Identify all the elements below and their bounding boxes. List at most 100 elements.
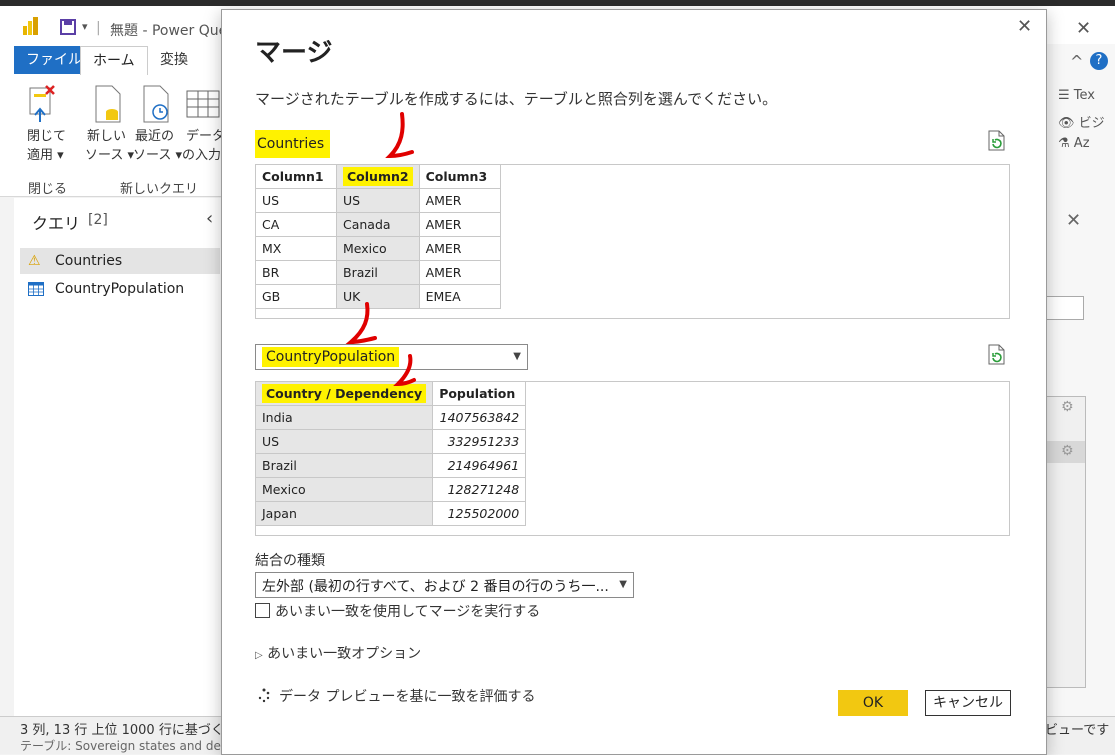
recent-source-label-2: ソース ▾ [133, 148, 183, 163]
chevron-down-icon: ▼ [619, 579, 627, 590]
dialog-title: マージ [255, 38, 333, 68]
column-header-label: Column2 [343, 167, 413, 186]
column-header[interactable]: Column1 [255, 164, 337, 189]
title-separator: | [96, 20, 101, 36]
annotation-arrow-icon [393, 354, 416, 387]
cancel-button[interactable]: キャンセル [925, 690, 1011, 716]
gear-icon[interactable]: ⚙ [1061, 443, 1074, 459]
fuzzy-match-checkbox[interactable] [255, 603, 270, 618]
recent-source-button[interactable] [140, 84, 174, 124]
annotation-arrow-icon [385, 112, 414, 159]
new-source-label: 新しい [87, 129, 127, 144]
new-source-button[interactable] [92, 84, 126, 124]
table-cell: BR [255, 260, 337, 285]
table-cell: Brazil [254, 453, 434, 478]
close-apply-label-2: 適用 ▾ [27, 148, 64, 163]
table-cell: CA [255, 212, 337, 237]
chevron-right-icon: ▷ [255, 650, 263, 661]
table-row: Brazil 214964961 [254, 453, 527, 478]
merge-dialog: ✕ マージ マージされたテーブルを作成するには、テーブルと照合列を選んでください… [221, 9, 1047, 755]
table-row: CA Canada AMER [255, 212, 501, 237]
refresh-preview-icon[interactable] [987, 130, 1007, 152]
fuzzy-options-toggle[interactable]: ▷ あいまい一致オプション [255, 643, 421, 663]
azure-ml-label[interactable]: ⚗ Az [1058, 136, 1090, 151]
first-table-grid: Column1 Column2 Column3 US US AMER CA Ca… [255, 164, 501, 309]
table-cell: Japan [254, 501, 434, 526]
table-header-row: Column1 Column2 Column3 [255, 164, 501, 189]
close-dialog-icon[interactable]: ✕ [1017, 16, 1032, 37]
second-table-preview: Country / Dependency Population India 14… [254, 381, 1010, 536]
window-title: 無題 - Power Que [110, 23, 228, 39]
right-panel-background: ^ ? ☰ Tex 👁 ビジ ⚗ Az ✕ ⚙ ⚙ [1040, 44, 1115, 716]
table-icon [28, 282, 44, 296]
table-cell: GB [255, 284, 337, 309]
text-analytics-label[interactable]: ☰ Tex [1058, 88, 1095, 103]
tab-home[interactable]: ホーム [80, 46, 148, 75]
enter-data-button[interactable] [186, 90, 220, 120]
table-cell: EMEA [418, 284, 501, 309]
powerbi-logo-icon [23, 17, 38, 35]
first-table-name[interactable]: Countries [255, 130, 331, 158]
table-cell: Brazil [336, 260, 420, 285]
close-apply-icon [29, 85, 55, 122]
collapse-pane-icon[interactable]: ‹ [206, 208, 213, 229]
annotation-arrow-icon [345, 302, 377, 345]
join-kind-select[interactable]: 左外部 (最初の行すべて、および 2 番目の行のうち一... ▼ [255, 572, 634, 598]
table-cell: Mexico [254, 477, 434, 502]
table-cell: 332951233 [432, 429, 527, 454]
group-label-new-query: 新しいクエリ [120, 182, 199, 197]
status-table-name: テーブル: Sovereign states and de [20, 739, 221, 753]
recent-source-icon [143, 85, 169, 123]
table-cell: US [254, 429, 434, 454]
table-row: MX Mexico AMER [255, 236, 501, 261]
gear-icon[interactable]: ⚙ [1061, 399, 1074, 415]
fuzzy-options-label: あいまい一致オプション [267, 646, 422, 662]
query-item-label: Countries [55, 253, 123, 269]
close-apply-label: 閉じて [27, 129, 67, 144]
first-table-preview: Column1 Column2 Column3 US US AMER CA Ca… [255, 164, 1010, 319]
queries-header: クエリ [32, 214, 81, 233]
column-header[interactable]: Column3 [418, 164, 501, 189]
save-icon[interactable] [60, 19, 76, 35]
recent-source-label: 最近の [135, 129, 175, 144]
ok-button[interactable]: OK [838, 690, 908, 716]
group-label-close: 閉じる [28, 182, 68, 197]
refresh-preview-icon[interactable] [987, 344, 1007, 366]
table-cell: 125502000 [432, 501, 527, 526]
table-cell: 1407563842 [432, 405, 527, 430]
ribbon-tabs: ファイル ホーム 変換 [0, 44, 230, 76]
column-header-selected[interactable]: Column2 [336, 164, 420, 189]
close-settings-icon[interactable]: ✕ [1066, 210, 1081, 231]
query-item-label: CountryPopulation [55, 281, 185, 297]
close-window-icon[interactable]: ✕ [1076, 18, 1091, 39]
warning-icon: ⚠ [28, 253, 41, 269]
name-input[interactable] [1044, 296, 1084, 320]
column-header[interactable]: Population [432, 381, 527, 406]
help-icon[interactable]: ? [1090, 52, 1108, 70]
table-cell: 214964961 [432, 453, 527, 478]
table-row: US US AMER [255, 188, 501, 213]
close-apply-button[interactable] [26, 84, 60, 124]
vision-label[interactable]: 👁 ビジ [1058, 112, 1105, 131]
table-row: Japan 125502000 [254, 501, 527, 526]
table-row: Mexico 128271248 [254, 477, 527, 502]
quick-access-dropdown-icon[interactable]: ▾ [82, 20, 88, 33]
applied-steps-list: ⚙ ⚙ [1044, 396, 1086, 688]
fuzzy-match-label[interactable]: あいまい一致を使用してマージを実行する [275, 601, 540, 621]
vision-text: ビジ [1078, 116, 1105, 131]
chevron-up-icon[interactable]: ^ [1070, 52, 1083, 71]
table-header-row: Country / Dependency Population [254, 381, 527, 406]
table-cell: AMER [418, 212, 501, 237]
table-cell: Mexico [336, 236, 420, 261]
azure-ml-text: Az [1073, 136, 1090, 151]
ribbon: 閉じて 適用 ▾ 新しい ソース ▾ 最近の ソース ▾ データ の入力 閉じる… [0, 76, 230, 197]
status-right: ビューです [1045, 723, 1110, 738]
enter-data-label-2: の入力 [182, 148, 222, 163]
chevron-down-icon: ▼ [513, 351, 521, 362]
tab-transform[interactable]: 変換 [148, 46, 200, 74]
join-kind-label: 結合の種類 [255, 553, 325, 569]
status-left: 3 列, 13 行 上位 1000 行に基づく [20, 723, 224, 738]
query-item-countrypopulation[interactable]: CountryPopulation [20, 276, 220, 302]
table-cell: US [255, 188, 337, 213]
query-item-countries[interactable]: ⚠ Countries [20, 248, 220, 274]
